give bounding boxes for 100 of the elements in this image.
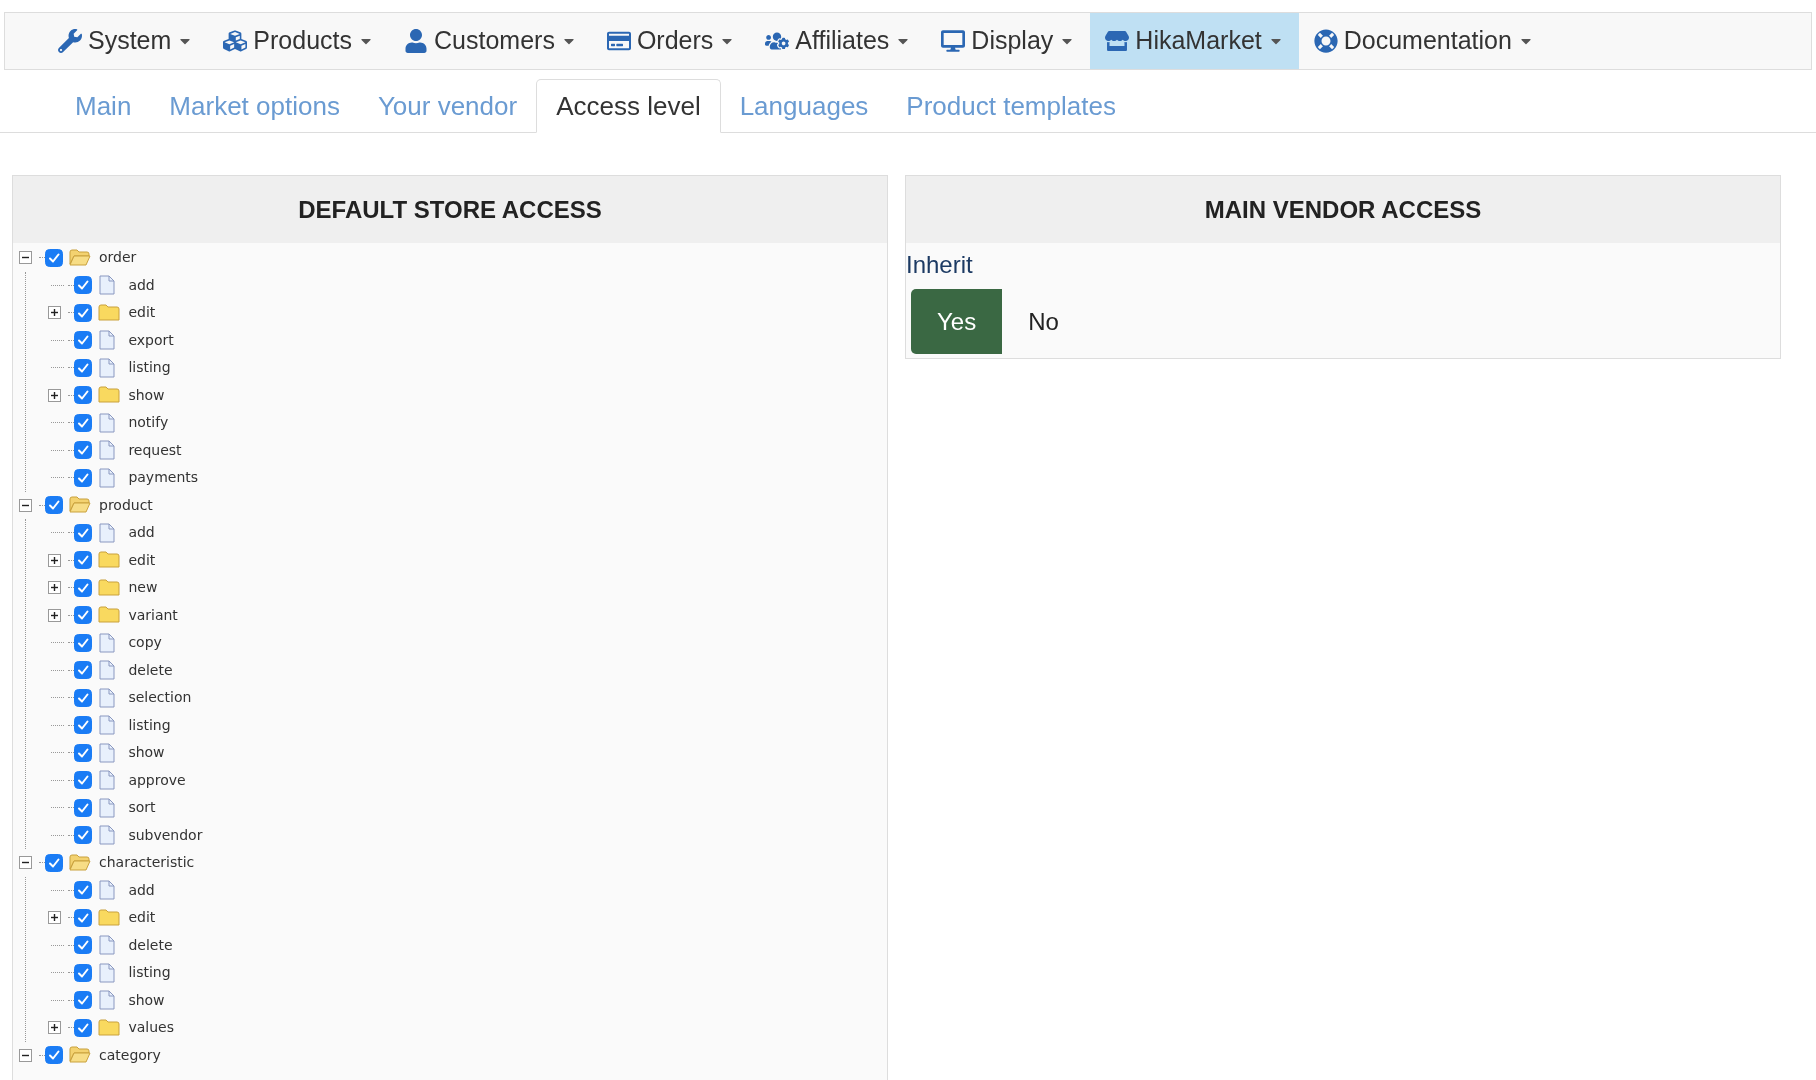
document-icon xyxy=(98,522,117,543)
toggle-option[interactable]: No xyxy=(1002,289,1085,354)
tree-item-label[interactable]: subvendor xyxy=(128,824,203,846)
checkbox[interactable] xyxy=(74,688,93,707)
wrench-icon xyxy=(58,29,82,53)
checkbox[interactable] xyxy=(74,716,93,735)
expand-toggle[interactable] xyxy=(48,1021,62,1035)
panel-title: DEFAULT STORE ACCESS xyxy=(298,194,602,225)
checkbox[interactable] xyxy=(74,413,93,432)
checkbox[interactable] xyxy=(74,771,93,790)
collapse-toggle[interactable] xyxy=(19,498,32,512)
checkbox[interactable] xyxy=(74,303,93,322)
expand-toggle[interactable] xyxy=(48,608,62,622)
folder-icon xyxy=(98,606,121,625)
checkbox[interactable] xyxy=(74,908,93,927)
tree-item-label[interactable]: listing xyxy=(128,357,171,379)
document-icon xyxy=(98,660,117,681)
tree-item-label[interactable]: edit xyxy=(128,549,156,571)
tree-item-label[interactable]: show xyxy=(128,989,165,1011)
checkbox[interactable] xyxy=(74,798,93,817)
checkbox[interactable] xyxy=(74,523,93,542)
tree-item-label[interactable]: request xyxy=(128,439,182,461)
menu-item[interactable]: Documentation xyxy=(1298,13,1549,69)
tree-item-label[interactable]: show xyxy=(128,384,165,406)
tree-item-label[interactable]: add xyxy=(128,274,155,296)
toggle-option[interactable]: Yes xyxy=(911,289,1003,354)
folder-icon xyxy=(98,1018,121,1037)
checkbox[interactable] xyxy=(74,441,93,460)
tree-item-label[interactable]: add xyxy=(128,879,155,901)
expand-toggle[interactable] xyxy=(48,553,62,567)
lifebuoy-icon xyxy=(1313,29,1338,53)
tree-item-label[interactable]: listing xyxy=(128,714,171,736)
tree-item-label[interactable]: new xyxy=(128,577,158,599)
checkbox[interactable] xyxy=(74,963,93,982)
expand-toggle[interactable] xyxy=(48,911,62,925)
checkbox[interactable] xyxy=(45,496,63,515)
tree-item-label[interactable]: add xyxy=(128,522,155,544)
collapse-toggle[interactable] xyxy=(19,251,32,265)
tree-item-label[interactable]: copy xyxy=(128,632,162,654)
tree-item-label[interactable]: export xyxy=(128,329,174,351)
checkbox[interactable] xyxy=(74,606,93,625)
tree-item-label[interactable]: show xyxy=(128,742,165,764)
tree-item-label[interactable]: approve xyxy=(128,769,186,791)
collapse-toggle[interactable] xyxy=(19,1048,32,1062)
checkbox[interactable] xyxy=(74,551,93,570)
tree-item-label[interactable]: payments xyxy=(128,467,199,489)
document-icon xyxy=(98,687,117,708)
menu-item[interactable]: HikaMarket xyxy=(1090,13,1299,69)
tree-item-label[interactable]: notify xyxy=(128,412,169,434)
checkbox[interactable] xyxy=(74,936,93,955)
checkbox[interactable] xyxy=(45,853,63,872)
checkbox[interactable] xyxy=(74,468,93,487)
tree-item-label[interactable]: characteristic xyxy=(99,852,195,874)
checkbox[interactable] xyxy=(74,578,93,597)
menu-item[interactable]: Display xyxy=(926,13,1091,69)
checkbox[interactable] xyxy=(74,661,93,680)
tree-item-label[interactable]: edit xyxy=(128,302,156,324)
credit-card-icon xyxy=(606,29,631,53)
open-folder-icon xyxy=(69,1046,91,1065)
menu-item[interactable]: Products xyxy=(208,13,390,69)
tree-item-label[interactable]: edit xyxy=(128,907,156,929)
checkbox[interactable] xyxy=(45,248,63,267)
expand-toggle[interactable] xyxy=(48,581,62,595)
checkbox[interactable] xyxy=(74,991,93,1010)
monitor-icon xyxy=(941,29,966,53)
tree-item-label[interactable]: order xyxy=(99,247,137,269)
checkbox[interactable] xyxy=(74,1018,93,1037)
menu-item[interactable]: Customers xyxy=(389,13,592,69)
document-icon xyxy=(98,797,117,818)
tree-item-label[interactable]: selection xyxy=(128,687,192,709)
tab[interactable]: Access level xyxy=(536,79,721,133)
checkbox[interactable] xyxy=(74,358,93,377)
checkbox[interactable] xyxy=(74,331,93,350)
checkbox[interactable] xyxy=(45,1046,63,1065)
menu-item[interactable]: Orders xyxy=(591,13,751,69)
expand-toggle[interactable] xyxy=(48,306,62,320)
tree-item-label[interactable]: product xyxy=(99,494,153,516)
tree-item-label[interactable]: sort xyxy=(128,797,156,819)
expand-toggle[interactable] xyxy=(48,388,62,402)
checkbox[interactable] xyxy=(74,276,93,295)
checkbox[interactable] xyxy=(74,633,93,652)
user-icon xyxy=(404,29,429,53)
folder-icon xyxy=(98,578,121,597)
tree-item-label[interactable]: values xyxy=(128,1017,174,1039)
tree-item-label[interactable]: delete xyxy=(128,659,173,681)
checkbox[interactable] xyxy=(74,386,93,405)
menu-item[interactable]: Affiliates xyxy=(750,13,927,69)
menu-item[interactable]: System xyxy=(43,13,209,69)
checkbox[interactable] xyxy=(74,881,93,900)
checkbox[interactable] xyxy=(74,743,93,762)
field-label: Inherit xyxy=(906,250,974,280)
document-icon xyxy=(98,990,117,1011)
collapse-toggle[interactable] xyxy=(19,856,32,870)
checkbox[interactable] xyxy=(74,826,93,845)
tree-item-label[interactable]: delete xyxy=(128,934,173,956)
folder-icon xyxy=(98,386,121,405)
tree-item-label[interactable]: listing xyxy=(128,962,171,984)
tree-item-label[interactable]: category xyxy=(99,1044,161,1066)
open-folder-icon xyxy=(69,853,91,872)
tree-item-label[interactable]: variant xyxy=(128,604,178,626)
